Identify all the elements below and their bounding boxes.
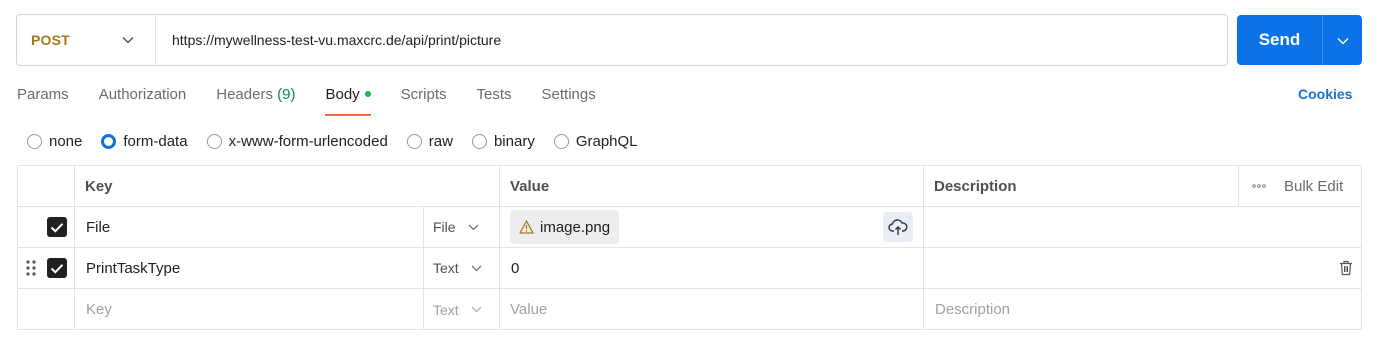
cookies-link[interactable]: Cookies: [1298, 86, 1352, 102]
tab-authorization[interactable]: Authorization: [99, 84, 187, 116]
row-enabled-checkbox[interactable]: [47, 258, 67, 278]
value-column-header: Value: [510, 177, 550, 195]
tab-headers[interactable]: Headers (9): [216, 84, 295, 116]
new-type-select[interactable]: Text: [433, 302, 482, 318]
chevron-down-icon: [121, 33, 135, 47]
row-key[interactable]: PrintTaskType: [86, 260, 180, 277]
radio-circle: [471, 133, 487, 149]
radio-label: GraphQL: [575, 132, 638, 150]
tab-label: Scripts: [400, 86, 447, 103]
radio-raw[interactable]: raw: [406, 132, 453, 150]
radio-none[interactable]: none: [27, 133, 82, 150]
radio-label: none: [49, 132, 83, 150]
file-chip[interactable]: image.png: [510, 210, 620, 244]
url-bar: POST https://mywellness-test-vu.maxcrc.d…: [16, 14, 1228, 66]
radio-circle: [27, 133, 42, 149]
row-key[interactable]: File: [86, 219, 110, 236]
radio-label: form-data: [123, 132, 188, 150]
chevron-down-icon: [468, 224, 479, 230]
tab-label: Authorization: [98, 86, 187, 103]
radio-circle: [101, 133, 117, 149]
cloud-upload-icon: [888, 219, 908, 235]
row-type-select[interactable]: File: [433, 219, 479, 235]
new-value-input[interactable]: Value: [510, 301, 547, 318]
tab-label: Params: [17, 86, 69, 103]
trash-icon: [1340, 260, 1352, 276]
upload-file-button[interactable]: [883, 212, 913, 242]
method-select[interactable]: POST: [17, 15, 156, 65]
body-type-options: none form-data x-www-form-urlencoded raw…: [27, 131, 657, 151]
warning-icon: [519, 220, 534, 234]
radio-label: x-www-form-urlencoded: [228, 132, 388, 150]
form-data-table: Key Value Description Bulk Edit File Fil…: [17, 165, 1362, 330]
bulk-edit-label: Bulk Edit: [1284, 177, 1344, 195]
tab-label: Settings: [541, 86, 596, 103]
table-row-placeholder: Key Text Value Description: [18, 289, 1361, 330]
tab-label: Headers: [216, 86, 273, 103]
send-button[interactable]: Send: [1237, 15, 1322, 65]
file-name: image.png: [540, 218, 611, 236]
tab-settings[interactable]: Settings: [542, 84, 596, 116]
row-type-label: File: [433, 219, 456, 235]
send-options-button[interactable]: [1323, 15, 1362, 65]
radio-circle: [406, 133, 422, 149]
tab-tests[interactable]: Tests: [477, 84, 512, 116]
method-label: POST: [31, 32, 70, 48]
headers-count: (9): [277, 86, 296, 103]
send-button-group: Send: [1237, 15, 1362, 65]
check-icon: [50, 222, 64, 233]
new-type-label: Text: [433, 301, 459, 318]
row-enabled-checkbox[interactable]: [47, 217, 67, 237]
table-row: File File image.png: [18, 207, 1361, 248]
chevron-down-icon: [471, 265, 482, 271]
request-tabs: Params Authorization Headers (9) Body Sc…: [17, 84, 626, 116]
radio-circle: [206, 133, 222, 149]
radio-binary[interactable]: binary: [471, 132, 535, 150]
row-type-select[interactable]: Text: [433, 260, 482, 276]
ellipsis-icon: [1252, 184, 1266, 188]
new-description-input[interactable]: Description: [935, 301, 1010, 318]
tab-scripts[interactable]: Scripts: [401, 84, 447, 116]
radio-label: binary: [493, 132, 535, 150]
key-column-header: Key: [85, 177, 113, 195]
table-header-row: Key Value Description Bulk Edit: [18, 166, 1361, 207]
bulk-edit-button[interactable]: Bulk Edit: [1252, 166, 1343, 206]
body-indicator-dot: [364, 91, 371, 97]
description-column-header: Description: [934, 177, 1017, 195]
tab-label: Body: [325, 86, 360, 103]
new-key-input[interactable]: Key: [86, 301, 112, 318]
radio-label: raw: [428, 132, 453, 150]
table-row: PrintTaskType Text 0: [18, 248, 1361, 289]
drag-handle-icon[interactable]: [25, 248, 37, 288]
check-icon: [50, 263, 64, 274]
url-input[interactable]: https://mywellness-test-vu.maxcrc.de/api…: [156, 32, 501, 48]
radio-graphql[interactable]: GraphQL: [553, 132, 638, 150]
tab-label: Tests: [476, 86, 512, 103]
row-value[interactable]: 0: [511, 260, 519, 277]
tab-params[interactable]: Params: [17, 84, 69, 116]
delete-row-button[interactable]: [1339, 248, 1353, 288]
tab-body[interactable]: Body: [325, 84, 371, 116]
radio-form-data[interactable]: form-data: [101, 132, 188, 150]
radio-circle: [553, 133, 569, 149]
row-type-label: Text: [433, 260, 459, 276]
radio-x-www-form-urlencoded[interactable]: x-www-form-urlencoded: [206, 132, 388, 150]
chevron-down-icon: [1336, 32, 1349, 48]
chevron-down-icon: [471, 306, 482, 313]
